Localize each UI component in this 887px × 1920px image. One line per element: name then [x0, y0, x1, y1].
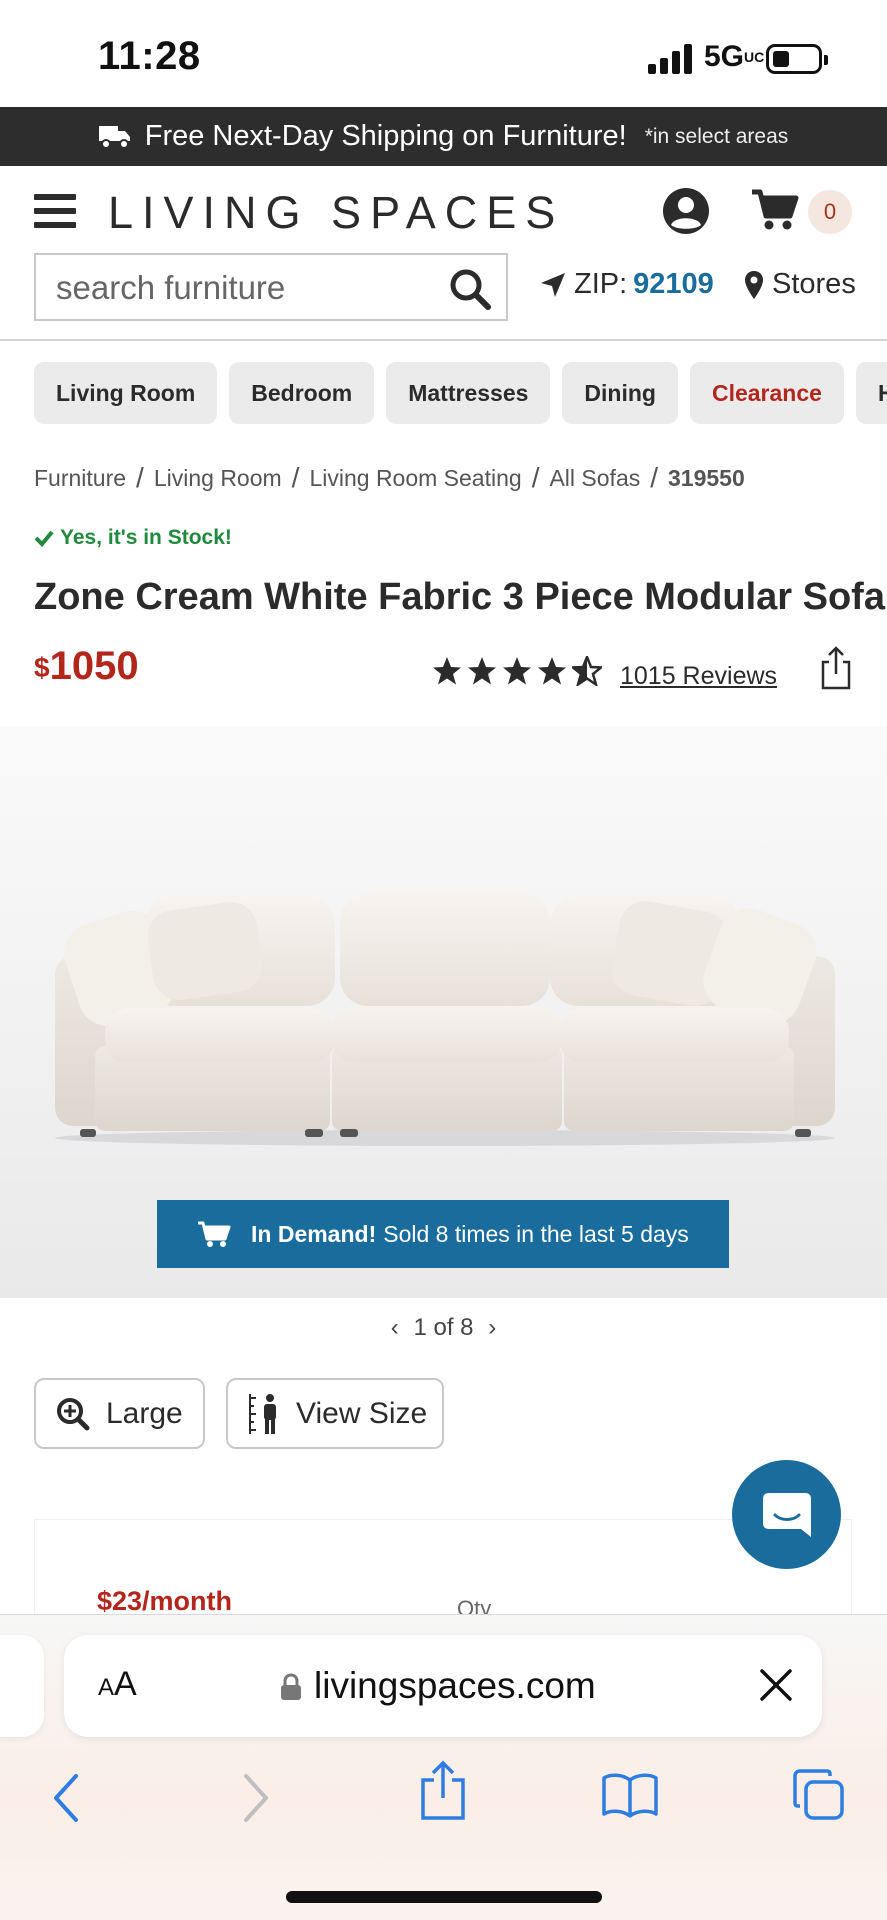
search-icon[interactable] — [448, 267, 492, 311]
location-arrow-icon — [541, 272, 565, 297]
home-indicator[interactable] — [286, 1891, 602, 1903]
reader-text-size-button[interactable]: AA — [98, 1665, 137, 1704]
aa-small: A — [98, 1674, 115, 1701]
zip-label: ZIP: — [574, 268, 628, 300]
large-label: Large — [106, 1396, 183, 1430]
star-half-icon — [572, 656, 602, 686]
cart-count-badge[interactable]: 0 — [808, 190, 852, 234]
stock-status: Yes, it's in Stock! — [34, 526, 232, 550]
site-logo[interactable]: LIVING SPACES — [108, 187, 564, 239]
large-view-button[interactable]: Large — [34, 1378, 205, 1449]
demand-text: Sold 8 times in the last 5 days — [383, 1220, 689, 1247]
promo-banner[interactable]: Free Next-Day Shipping on Furniture! *in… — [0, 107, 887, 166]
menu-icon[interactable] — [34, 194, 76, 228]
monthly-price[interactable]: $23/month — [97, 1586, 232, 1617]
price-currency: $ — [34, 652, 50, 683]
pager-count: 1 of 8 — [413, 1314, 474, 1341]
chat-icon — [762, 1492, 811, 1537]
browser-toolbar: AA livingspaces.com — [0, 1614, 887, 1920]
breadcrumb: Furniture / Living Room / Living Room Se… — [34, 462, 745, 494]
url-text[interactable]: livingspaces.com — [314, 1665, 596, 1707]
promo-text: Free Next-Day Shipping on Furniture! — [144, 120, 627, 152]
zip-selector[interactable]: ZIP: 92109 — [540, 268, 714, 301]
url-bar[interactable]: AA livingspaces.com — [64, 1635, 822, 1737]
zip-value[interactable]: 92109 — [633, 268, 714, 301]
demand-title: In Demand! — [251, 1220, 377, 1247]
promo-note: *in select areas — [644, 124, 789, 148]
aa-large: A — [114, 1665, 137, 1703]
star-icon — [503, 657, 531, 685]
star-icon — [468, 657, 496, 685]
product-price: $1050 — [34, 644, 139, 689]
stores-label: Stores — [772, 268, 856, 300]
reviews-link[interactable]: 1015 Reviews — [620, 662, 777, 691]
browser-nav-row — [0, 1760, 887, 1840]
breadcrumb-separator: / — [291, 462, 300, 493]
product-title: Zone Cream White Fabric 3 Piece Modular … — [34, 576, 885, 618]
tabs-icon[interactable] — [792, 1768, 846, 1822]
cart-icon[interactable] — [750, 188, 800, 232]
signal-icon — [648, 44, 694, 74]
product-image-gallery[interactable]: In Demand! Sold 8 times in the last 5 da… — [0, 726, 887, 1298]
battery-icon — [766, 44, 828, 74]
share-icon[interactable] — [418, 1760, 468, 1822]
breadcrumb-living-room-seating[interactable]: Living Room Seating — [309, 465, 521, 492]
prev-image-button[interactable]: ‹ — [383, 1314, 407, 1342]
truck-icon — [98, 125, 130, 149]
stores-link[interactable]: Stores — [744, 268, 856, 301]
previous-tab-peek[interactable] — [0, 1635, 44, 1737]
next-image-button[interactable]: › — [480, 1314, 504, 1342]
status-time: 11:28 — [98, 34, 201, 78]
star-icon — [433, 657, 461, 685]
account-icon[interactable] — [661, 186, 711, 236]
category-chip-living-room[interactable]: Living Room — [34, 362, 218, 424]
finance-card: $23/month Qty — [34, 1519, 852, 1621]
category-chip-clearance[interactable]: Clearance — [689, 362, 844, 424]
network-suffix: UC — [744, 49, 765, 65]
breadcrumb-separator: / — [650, 462, 659, 493]
in-demand-banner: In Demand! Sold 8 times in the last 5 da… — [157, 1200, 729, 1268]
status-bar: 11:28 5GUC — [0, 0, 887, 107]
map-pin-icon — [745, 270, 763, 299]
sofa-image — [55, 894, 835, 1146]
forward-icon[interactable] — [242, 1772, 272, 1824]
site-header: LIVING SPACES 0 ZIP: 92109 Stores — [0, 166, 887, 341]
network-indicator: 5GUC — [704, 40, 765, 74]
bookmarks-icon[interactable] — [602, 1772, 658, 1818]
lock-icon — [281, 1673, 301, 1700]
breadcrumb-separator: / — [531, 462, 540, 493]
view-size-label: View Size — [296, 1396, 428, 1430]
search-input[interactable] — [56, 265, 446, 311]
category-nav: Living Room Bedroom Mattresses Dining Cleara… — [34, 362, 887, 424]
star-rating[interactable] — [432, 656, 607, 686]
breadcrumb-living-room[interactable]: Living Room — [154, 465, 282, 492]
breadcrumb-furniture[interactable]: Furniture — [34, 465, 126, 492]
category-chip-mattresses[interactable]: Mattresses — [386, 362, 551, 424]
category-chip-bedroom[interactable]: Bedroom — [229, 362, 375, 424]
back-icon[interactable] — [50, 1772, 80, 1824]
view-size-button[interactable]: View Size — [226, 1378, 444, 1449]
zoom-in-icon — [57, 1397, 90, 1430]
category-chip-home[interactable]: Home — [855, 362, 887, 424]
breadcrumb-sku: 319550 — [668, 464, 745, 491]
breadcrumb-separator: / — [136, 462, 144, 493]
cart-icon — [198, 1221, 231, 1247]
check-icon — [34, 530, 54, 547]
category-chip-dining[interactable]: Dining — [562, 362, 678, 424]
search-box — [34, 253, 508, 321]
close-icon[interactable] — [756, 1665, 796, 1705]
stock-text: Yes, it's in Stock! — [60, 526, 232, 549]
gallery-pager: ‹ 1 of 8 › — [0, 1314, 887, 1342]
price-value: 1050 — [49, 644, 139, 688]
breadcrumb-all-sofas[interactable]: All Sofas — [549, 465, 640, 492]
network-label: 5G — [704, 40, 745, 73]
star-icon — [538, 657, 566, 685]
chat-button[interactable] — [732, 1460, 841, 1569]
ruler-person-icon — [249, 1393, 276, 1434]
share-icon[interactable] — [820, 646, 852, 690]
